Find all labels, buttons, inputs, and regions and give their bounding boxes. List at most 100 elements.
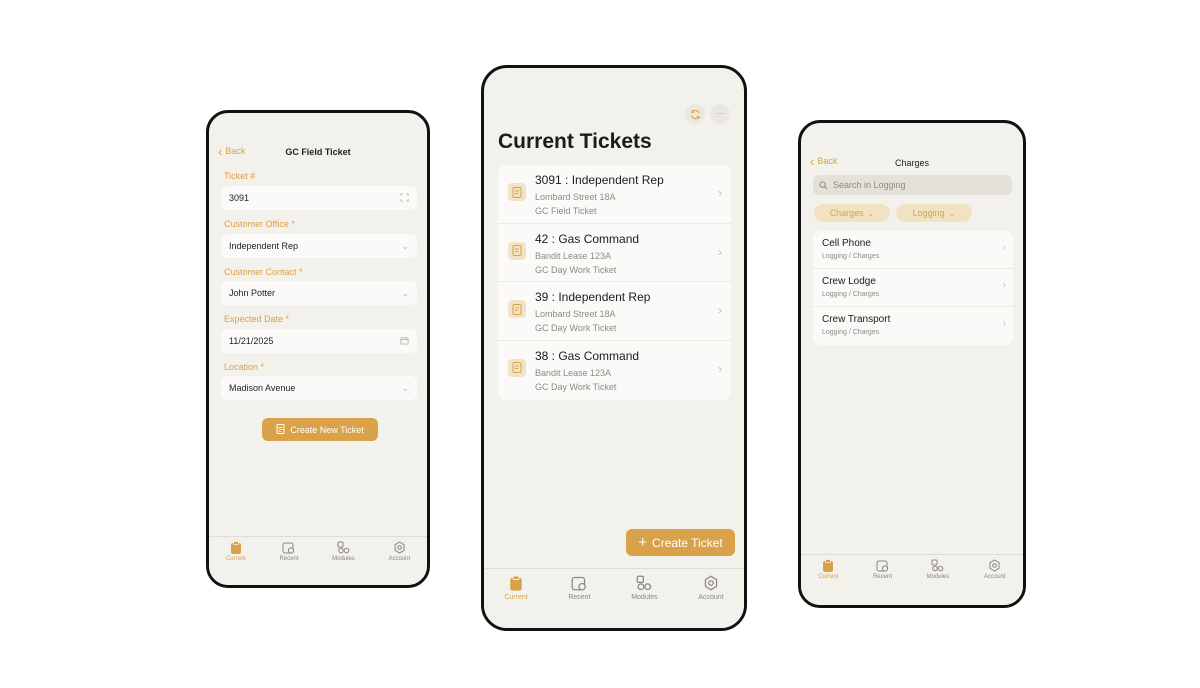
tab-label: Recent <box>279 556 299 562</box>
tab-label: Modules <box>926 574 950 580</box>
tab-label: Current <box>504 594 528 601</box>
ticket-title: 39 : Independent Rep <box>535 290 651 304</box>
customer-contact-select[interactable]: John Potter ⌄ <box>221 281 417 305</box>
list-item[interactable]: Cell Phone Logging / Charges › <box>813 231 1013 269</box>
page-title: Current Tickets <box>498 130 652 153</box>
create-ticket-button[interactable]: + Create Ticket <box>626 529 735 556</box>
item-title: Crew Lodge <box>822 276 876 287</box>
tab-recent[interactable]: Recent <box>873 559 892 580</box>
ticket-type: GC Day Work Ticket <box>535 323 617 333</box>
chevron-right-icon: › <box>718 244 722 259</box>
ticket-location: Bandit Lease 123A <box>535 367 612 378</box>
item-path: Logging / Charges <box>822 329 880 336</box>
tab-label: Account <box>698 594 724 601</box>
ticket-row[interactable]: 42 : Gas Command Bandit Lease 123A GC Da… <box>498 224 731 282</box>
tab-bar: Current Recent Modules Account <box>484 568 744 628</box>
item-title: Cell Phone <box>822 238 871 249</box>
create-new-ticket-button[interactable]: Create New Ticket <box>262 418 378 441</box>
item-path: Logging / Charges <box>822 253 880 260</box>
tab-label: Recent <box>872 574 892 580</box>
search-icon <box>819 180 828 189</box>
chevron-right-icon: › <box>1002 280 1006 291</box>
filter-chip-charges[interactable]: Charges ⌄ <box>814 204 890 222</box>
modules-icon <box>931 559 944 572</box>
customer-contact-value: John Potter <box>229 288 276 298</box>
ticket-title: 3091 : Independent Rep <box>535 173 664 187</box>
tab-label: Account <box>983 574 1006 580</box>
chip-label: Logging <box>912 208 945 218</box>
chevron-down-icon: ⌄ <box>948 208 956 218</box>
tab-label: Modules <box>631 594 658 601</box>
ticket-number-label: Ticket # <box>224 171 256 181</box>
phone-charges: ‹ Back Charges Search in Logging Charges… <box>798 120 1026 608</box>
customer-contact-label: Customer Contact * <box>224 267 303 277</box>
location-select[interactable]: Madison Avenue ⌄ <box>221 376 417 400</box>
tab-bar: Current Recent Modules Account <box>801 554 1023 605</box>
tab-recent[interactable]: Recent <box>568 575 591 601</box>
page-title: GC Field Ticket <box>285 147 351 157</box>
tab-modules[interactable]: Modules <box>332 541 355 562</box>
chevron-right-icon: › <box>718 186 722 200</box>
tab-current[interactable]: Current <box>818 559 838 580</box>
ticket-location: Lombard Street 18A <box>535 309 616 319</box>
ticket-row[interactable]: 39 : Independent Rep Lombard Street 18A … <box>498 282 731 341</box>
tab-modules[interactable]: Modules <box>926 559 950 580</box>
modules-icon <box>337 541 350 554</box>
gear-icon <box>394 541 405 554</box>
list-item[interactable]: Crew Transport Logging / Charges › <box>813 307 1013 345</box>
chevron-down-icon: ⌄ <box>401 382 409 393</box>
refresh-button[interactable] <box>685 104 705 124</box>
modules-icon <box>637 575 652 591</box>
expected-date-field[interactable]: 11/21/2025 <box>221 329 417 353</box>
ticket-row[interactable]: 38 : Gas Command Bandit Lease 123A GC Da… <box>498 341 731 400</box>
list-item[interactable]: Crew Lodge Logging / Charges › <box>813 269 1013 307</box>
filter-chip-logging[interactable]: Logging ⌄ <box>896 204 972 222</box>
item-path: Logging / Charges <box>822 291 880 298</box>
customer-office-select[interactable]: Independent Rep ⌄ <box>221 234 417 258</box>
ticket-number-field[interactable]: 3091 <box>221 186 417 210</box>
tab-current[interactable]: Current <box>226 541 246 562</box>
ticket-icon <box>508 300 526 318</box>
customer-office-value: Independent Rep <box>229 241 299 251</box>
create-new-ticket-label: Create New Ticket <box>290 424 364 435</box>
tab-recent[interactable]: Recent <box>279 541 298 562</box>
tab-label: Current <box>225 556 246 562</box>
tab-account[interactable]: Account <box>388 541 410 562</box>
search-placeholder: Search in Logging <box>833 180 906 190</box>
plus-icon: + <box>638 533 648 551</box>
tab-modules[interactable]: Modules <box>631 575 658 601</box>
gear-icon <box>704 575 718 591</box>
ticket-type: GC Field Ticket <box>535 206 597 216</box>
gear-icon <box>989 559 1000 572</box>
location-value: Madison Avenue <box>229 383 296 393</box>
recent-icon <box>876 560 889 572</box>
chevron-down-icon: ⌄ <box>401 287 409 298</box>
create-ticket-label: Create Ticket <box>652 535 723 550</box>
ticket-title: 42 : Gas Command <box>535 231 640 246</box>
chevron-down-icon: ⌄ <box>401 240 409 251</box>
recent-icon <box>282 542 295 554</box>
scan-icon[interactable] <box>400 192 409 204</box>
tab-label: Recent <box>568 594 591 601</box>
clipboard-icon <box>823 559 834 572</box>
search-input[interactable]: Search in Logging <box>813 175 1012 195</box>
ticket-row[interactable]: 3091 : Independent Rep Lombard Street 18… <box>498 165 731 224</box>
tab-bar: Current Recent Modules Account <box>209 536 427 585</box>
tab-current[interactable]: Current <box>504 575 528 601</box>
tab-label: Account <box>388 556 411 562</box>
tab-account[interactable]: Account <box>984 559 1006 580</box>
location-label: Location * <box>224 362 265 372</box>
page-title: Charges <box>894 158 930 168</box>
ticket-icon <box>508 241 526 260</box>
expected-date-value: 11/21/2025 <box>229 336 274 346</box>
item-title: Crew Transport <box>822 314 891 325</box>
ticket-location: Lombard Street 18A <box>535 192 616 202</box>
ticket-type: GC Day Work Ticket <box>535 381 617 392</box>
ticket-location: Bandit Lease 123A <box>535 250 612 261</box>
calendar-icon[interactable] <box>400 336 409 347</box>
tab-label: Modules <box>332 556 355 562</box>
more-button[interactable]: ··· <box>710 104 730 124</box>
refresh-icon <box>690 109 700 119</box>
chevron-right-icon: › <box>1002 242 1006 253</box>
tab-account[interactable]: Account <box>698 575 724 601</box>
